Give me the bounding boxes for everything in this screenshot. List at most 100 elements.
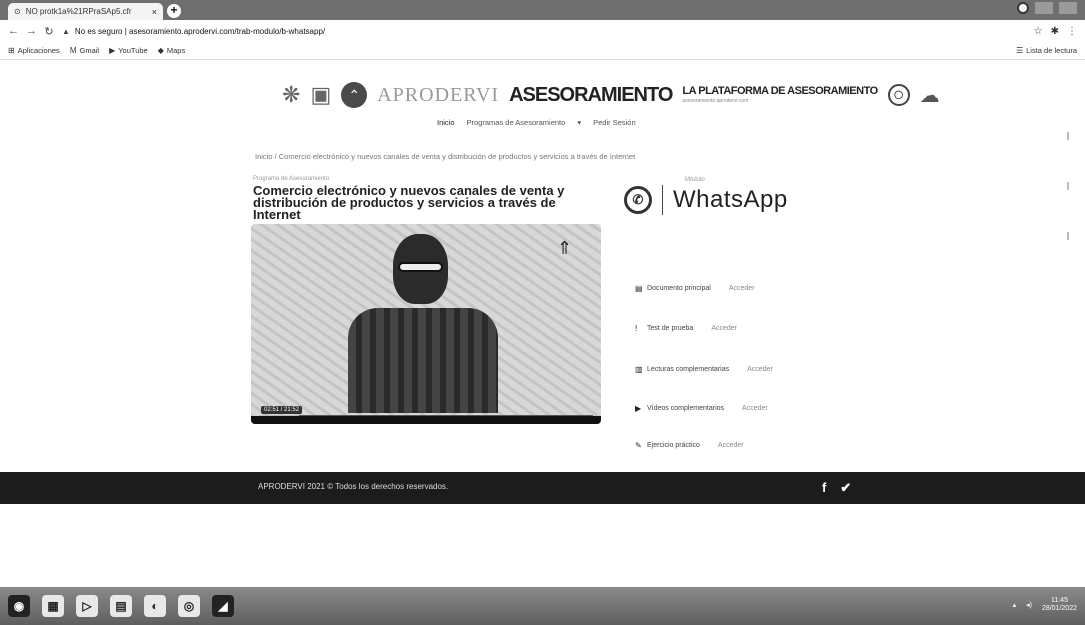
resource-label: Documento principal — [647, 285, 711, 292]
mail-icon: M — [69, 46, 77, 55]
web-page: ❋ ▣ ⌃ APRODERVI ASESORAMIENTO LA PLATAFO… — [0, 60, 1085, 565]
nav-item-pedir-sesion[interactable]: Pedir Sesión — [593, 118, 636, 127]
system-tray: ▴ ◂) 11:45 28/01/2022 — [1013, 597, 1077, 612]
resource-ejercicio[interactable]: ✎ Ejercicio práctico Acceder — [635, 441, 744, 450]
site-footer: APRODERVI 2021 © Todos los derechos rese… — [0, 472, 1085, 504]
scroll-marker — [1067, 232, 1069, 240]
presenter-glasses — [398, 262, 443, 272]
resource-lecturas[interactable]: ▥ Lecturas complementarias Acceder — [635, 365, 773, 374]
clock-date: 28/01/2022 — [1041, 604, 1077, 612]
emblem-logo-icon: ▣ — [310, 82, 332, 107]
reading-list-label: Lista de lectura — [1026, 46, 1077, 55]
access-link[interactable]: Acceder — [718, 442, 744, 449]
aprodervi-logo-icon[interactable]: ⌃ — [341, 82, 368, 108]
close-window-button[interactable] — [1059, 2, 1077, 14]
video-player[interactable]: ⇑ 02:51 / 21:52 — [251, 224, 601, 424]
resource-label: Vídeos complementarios — [647, 405, 725, 412]
address-bar[interactable]: ▲ No es seguro | asesoramiento.aprodervi… — [62, 23, 1026, 39]
bookmark-maps[interactable]: ◆ Maps — [158, 46, 186, 55]
back-arrow-icon[interactable]: ← — [8, 25, 19, 37]
social-links: f ✔ — [822, 480, 851, 496]
access-link[interactable]: Acceder — [747, 366, 773, 373]
nav-item-inicio[interactable]: Inicio — [437, 118, 455, 127]
bookmark-label: Aplicaciones — [17, 46, 60, 55]
twitter-icon[interactable]: ✔ — [840, 480, 851, 496]
file-explorer-icon[interactable]: ▦ — [42, 595, 64, 617]
platform-tagline: LA PLATAFORMA DE ASESORAMIENTO asesorami… — [682, 85, 878, 104]
reload-icon[interactable]: ↻ — [44, 25, 54, 38]
main-nav: Inicio Programas de Asesoramiento ▾ Pedi… — [437, 118, 636, 127]
module-heading: ✆ WhatsApp — [624, 185, 788, 215]
course-title: Comercio electrónico y nuevos canales de… — [253, 183, 565, 222]
bookmark-youtube[interactable]: ▶ YouTube — [109, 46, 148, 55]
start-button-icon[interactable]: ◉ — [8, 595, 30, 617]
resource-test-de-prueba[interactable]: ! Test de prueba Acceder — [635, 324, 737, 333]
app-icon[interactable]: ◐ — [144, 595, 166, 617]
video-presenter — [348, 234, 498, 413]
browser-toolbar: ← → ↻ ▲ No es seguro | asesoramiento.apr… — [0, 20, 1085, 42]
browser-tab-bar: ⊙ NO protk1a%21RPraSAp5.cfr × + — [0, 0, 1085, 20]
reading-list-icon: ☰ — [1015, 46, 1024, 55]
resource-label: Ejercicio práctico — [647, 442, 700, 449]
nav-item-programas[interactable]: Programas de Asesoramiento — [467, 118, 566, 127]
scroll-marker — [1067, 132, 1069, 140]
eu-badge-icon: ◯ — [887, 84, 910, 106]
chrome-icon[interactable]: ◎ — [178, 595, 200, 617]
reading-list-button[interactable]: ☰ Lista de lectura — [1016, 46, 1077, 55]
brand-name[interactable]: APRODERVI — [377, 84, 499, 107]
scroll-marker — [1067, 182, 1069, 190]
tab-favicon-icon: ⊙ — [14, 7, 21, 16]
star-icon[interactable]: ☆ — [1034, 26, 1043, 37]
access-link[interactable]: Acceder — [711, 325, 737, 332]
footer-copyright: APRODERVI 2021 © Todos los derechos rese… — [258, 482, 449, 491]
access-link[interactable]: Acceder — [729, 285, 755, 292]
platform-subtitle: asesoramiento.aprodervi.com — [682, 98, 749, 104]
presenter-body — [348, 308, 498, 413]
bookmark-label: YouTube — [118, 46, 148, 55]
bookmark-apps[interactable]: ⊞ Aplicaciones — [8, 46, 60, 55]
forward-arrow-icon[interactable]: → — [26, 25, 37, 37]
site-header: ❋ ▣ ⌃ APRODERVI ASESORAMIENTO LA PLATAFO… — [282, 78, 940, 112]
module-label: Módulo — [685, 177, 705, 183]
bookmark-gmail[interactable]: M Gmail — [70, 46, 99, 55]
resource-documento-principal[interactable]: ▤ Documento principal Acceder — [635, 284, 755, 293]
divider — [662, 185, 663, 215]
nav-chevron-down-icon[interactable]: ▾ — [577, 118, 581, 127]
new-tab-button[interactable]: + — [167, 4, 181, 18]
document-icon: ▤ — [635, 284, 643, 293]
exclamation-icon: ! — [635, 324, 638, 333]
volume-icon[interactable]: ◂) — [1026, 601, 1032, 609]
grid-icon: ⊞ — [8, 46, 15, 55]
access-link[interactable]: Acceder — [742, 405, 768, 412]
resource-videos[interactable]: ▶ Vídeos complementarios Acceder — [635, 404, 768, 413]
whatsapp-icon: ✆ — [624, 186, 652, 214]
module-title: WhatsApp — [673, 186, 788, 213]
menu-icon[interactable]: ⋮ — [1067, 26, 1077, 37]
profile-icon[interactable] — [1017, 2, 1029, 14]
extensions-icon[interactable]: ✱ — [1051, 26, 1059, 37]
clock[interactable]: 11:45 28/01/2022 — [1042, 597, 1077, 612]
tab-close-icon[interactable]: × — [152, 7, 157, 17]
breadcrumb[interactable]: Inicio / Comercio electrónico y nuevos c… — [255, 152, 635, 161]
tray-arrow-icon[interactable]: ▴ — [1013, 601, 1017, 609]
acrobat-icon[interactable]: ◢ — [212, 595, 234, 617]
bookmark-label: Maps — [166, 46, 186, 55]
youtube-icon: ▶ — [109, 46, 116, 55]
cloud-logo-icon: ☁ — [919, 84, 940, 107]
media-player-icon[interactable]: ▷ — [76, 595, 98, 617]
brand-subtitle[interactable]: ASESORAMIENTO — [509, 84, 673, 107]
exercise-icon: ✎ — [635, 441, 642, 450]
maps-icon: ◆ — [157, 46, 164, 55]
not-secure-warning-icon: ▲ — [62, 26, 70, 36]
folder-icon[interactable]: ▤ — [110, 595, 132, 617]
video-icon: ▶ — [635, 404, 642, 413]
address-text: No es seguro | asesoramiento.aprodervi.c… — [74, 26, 326, 36]
bookmarks-bar: ⊞ Aplicaciones M Gmail ▶ YouTube ◆ Maps … — [0, 42, 1085, 60]
resource-label: Test de prueba — [647, 325, 694, 332]
facebook-icon[interactable]: f — [822, 480, 826, 496]
minimize-button[interactable] — [1035, 2, 1053, 14]
snowflake-logo-icon: ❋ — [282, 82, 301, 107]
tab-title: NO protk1a%21RPraSAp5.cfr — [25, 7, 132, 16]
platform-title: LA PLATAFORMA DE ASESORAMIENTO — [682, 85, 878, 97]
browser-tab[interactable]: ⊙ NO protk1a%21RPraSAp5.cfr × — [8, 3, 163, 20]
